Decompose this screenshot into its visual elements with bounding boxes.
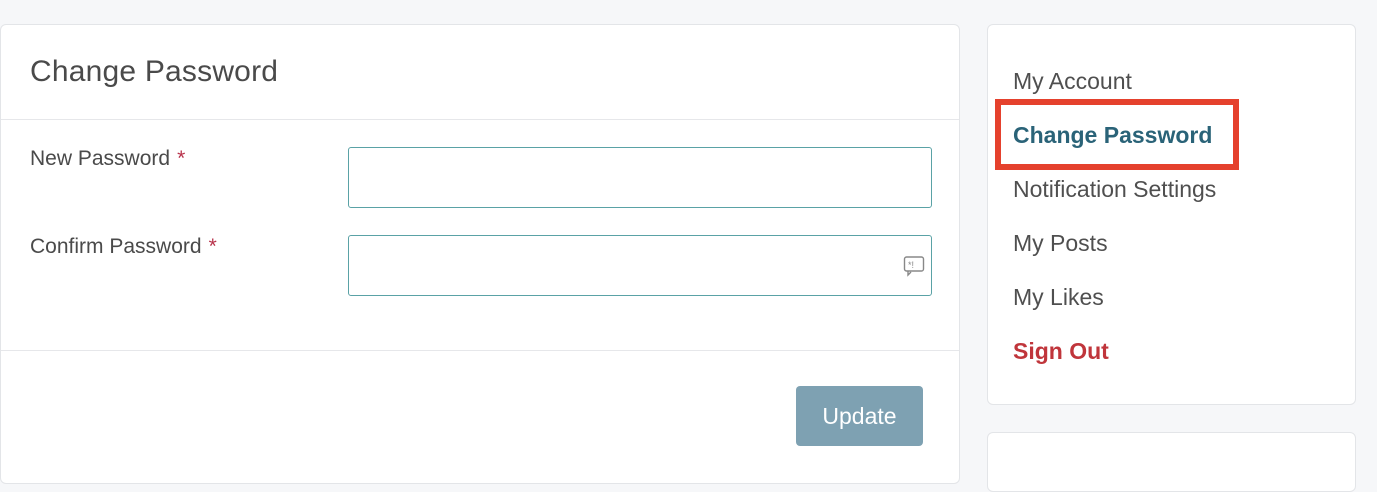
account-sidebar: My Account Change Password Notification …: [987, 24, 1356, 405]
sidebar-item-my-posts[interactable]: My Posts: [1013, 228, 1216, 282]
new-password-label: New Password *: [30, 147, 186, 170]
update-button[interactable]: Update: [796, 386, 923, 446]
svg-text:*!: *!: [908, 260, 914, 270]
sidebar-item-my-likes[interactable]: My Likes: [1013, 282, 1216, 336]
card-header: Change Password: [1, 25, 959, 120]
page-title: Change Password: [30, 55, 279, 88]
required-marker: *: [208, 235, 217, 258]
footer-divider: [1, 350, 959, 351]
password-autofill-key-icon[interactable]: *!: [903, 255, 925, 277]
new-password-input[interactable]: [348, 147, 932, 208]
sidebar-item-my-account[interactable]: My Account: [1013, 66, 1216, 120]
change-password-card: Change Password New Password * Confirm Pa…: [0, 24, 960, 484]
confirm-password-input[interactable]: [348, 235, 932, 296]
sidebar-item-notification-settings[interactable]: Notification Settings: [1013, 174, 1216, 228]
sidebar-item-sign-out[interactable]: Sign Out: [1013, 336, 1216, 390]
required-marker: *: [177, 147, 186, 170]
confirm-password-label: Confirm Password *: [30, 235, 217, 258]
secondary-sidebar-card: [987, 432, 1356, 492]
account-menu: My Account Change Password Notification …: [1013, 66, 1216, 390]
sidebar-item-change-password[interactable]: Change Password: [1013, 120, 1216, 174]
confirm-password-wrapper: *!: [348, 235, 932, 296]
